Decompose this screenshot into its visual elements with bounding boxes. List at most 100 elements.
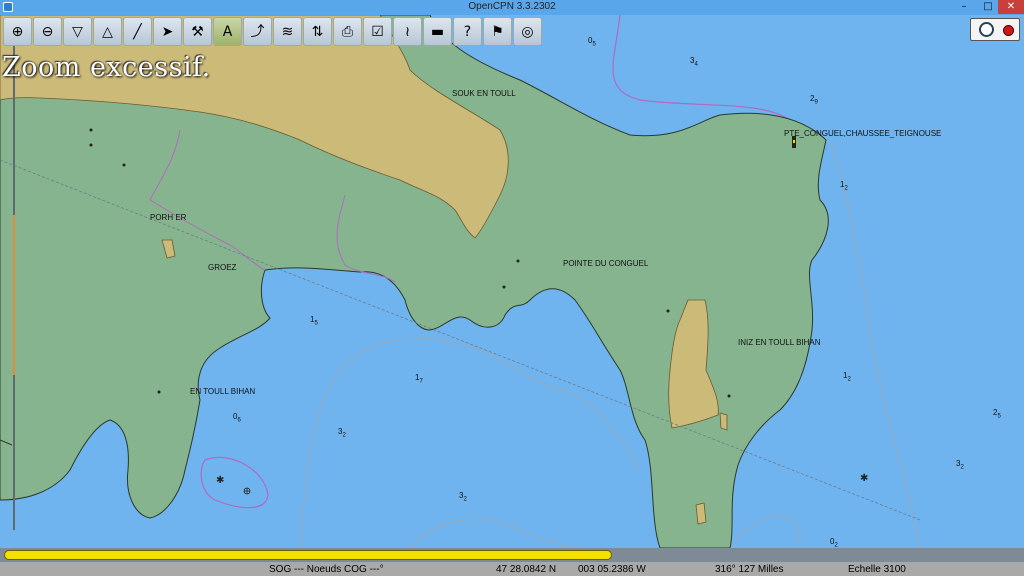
close-button[interactable]: ✕: [998, 0, 1024, 14]
auto-follow-button[interactable]: ➤: [153, 17, 182, 46]
scale-in-icon: ▽: [72, 24, 83, 40]
full-screen-icon: ⇅: [311, 24, 324, 40]
text-button[interactable]: A: [213, 17, 242, 46]
route-icon: ╱: [133, 24, 142, 40]
status-scale: Echelle 3100: [848, 564, 906, 575]
sounding-decimetres: 6: [237, 417, 241, 424]
depth-sounding: 32: [338, 427, 346, 439]
auto-follow-icon: ➤: [161, 24, 174, 40]
spot-marker: [502, 285, 506, 289]
place-pointe-du-conguel: POINTE DU CONGUEL: [563, 259, 649, 268]
help-icon: ?: [463, 24, 472, 40]
place-souk-en-toull: SOUK EN TOULL: [452, 89, 516, 98]
depth-sounding: 05: [588, 36, 596, 48]
current-button[interactable]: ⤴: [243, 17, 272, 46]
depth-sounding: 12: [843, 371, 851, 383]
track-icon: ≀: [404, 24, 411, 40]
route-button[interactable]: ╱: [123, 17, 152, 46]
depth-sounding: 17: [415, 373, 423, 385]
chart-piano-bar[interactable]: [0, 548, 1024, 562]
compass-widget[interactable]: [970, 18, 1020, 41]
status-bar: SOG --- Noeuds COG ---° 47 28.0842 N 003…: [0, 562, 1024, 576]
status-sog-cog: SOG --- Noeuds COG ---°: [269, 564, 384, 575]
scale-out-button[interactable]: △: [93, 17, 122, 46]
zoom-in-icon: ⊕: [11, 24, 24, 40]
place-en-toull-bihan: EN TOULL BIHAN: [190, 387, 256, 396]
zoom-out-button[interactable]: ⊖: [33, 17, 62, 46]
sounding-decimetres: 5: [997, 413, 1001, 420]
tide-button[interactable]: ≋: [273, 17, 302, 46]
route-manager-button[interactable]: ☑: [363, 17, 392, 46]
scale-in-button[interactable]: ▽: [63, 17, 92, 46]
place-pte-conguel: PTE_CONGUEL,CHAUSSEE_TEIGNOUSE: [784, 129, 942, 138]
print-button[interactable]: ⎙: [333, 17, 362, 46]
depth-sounding: 15: [310, 315, 318, 327]
chart-canvas[interactable]: ✱ ✱ SOUK EN TOULL PTE_CONGUEL,CHAUSSEE_T…: [0, 15, 1024, 549]
sounding-decimetres: 4: [694, 61, 698, 68]
depth-sounding: 34: [690, 56, 698, 68]
depth-sounding: 32: [459, 491, 467, 503]
depth-sounding: 12: [840, 180, 848, 192]
sand-area: [719, 412, 728, 431]
sounding-decimetres: 2: [342, 432, 346, 439]
beacon-icon-band: [793, 140, 795, 143]
minimize-button[interactable]: –: [952, 0, 976, 14]
status-bearing-range: 316° 127 Milles: [715, 564, 784, 575]
gps-status-icon[interactable]: [1003, 25, 1014, 36]
mob-button[interactable]: ⚑: [483, 17, 512, 46]
sounding-decimetres: 2: [463, 496, 467, 503]
mob-icon: ⚑: [491, 24, 504, 40]
spot-marker: [89, 128, 93, 132]
text-icon: A: [222, 24, 233, 40]
spot-marker: [516, 259, 520, 263]
zoom-warning: Zoom excessif.: [2, 52, 211, 83]
sounding-decimetres: 2: [847, 376, 851, 383]
spot-marker: [157, 390, 161, 394]
track-button[interactable]: ≀: [393, 17, 422, 46]
sounding-decimetres: 2: [844, 185, 848, 192]
depth-sounding: 25: [993, 408, 1001, 420]
title-bar: OpenCPN 3.3.2302 – □ ✕: [0, 0, 1024, 15]
north-up-icon[interactable]: [979, 22, 994, 37]
zoom-in-button[interactable]: ⊕: [3, 17, 32, 46]
zoom-out-icon: ⊖: [41, 24, 54, 40]
main-toolbar: ⊕ ⊖ ▽ △ ╱ ➤ ⚒ A ⤴ ≋ ⇅ ⎙ ☑ ≀ ▬? ⚑ ◎: [3, 17, 542, 46]
depth-sounding: 32: [956, 459, 964, 471]
options-button[interactable]: ⚒: [183, 17, 212, 46]
rock-icon: ✱: [216, 475, 224, 486]
sounding-decimetres: 2: [960, 464, 964, 471]
depth-sounding: 29: [810, 94, 818, 106]
depth-sounding: 02: [830, 537, 838, 549]
color-scheme-button[interactable]: ▬: [423, 17, 452, 46]
window-title: OpenCPN 3.3.2302: [468, 1, 556, 12]
piano-key-active-chart[interactable]: [4, 550, 612, 560]
opencpn-window: OpenCPN 3.3.2302 – □ ✕ ✱ ✱ SOUK EN TOULL…: [0, 0, 1024, 576]
place-groez: GROEZ: [208, 263, 237, 272]
spot-marker: [666, 309, 670, 313]
full-screen-button[interactable]: ⇅: [303, 17, 332, 46]
status-latitude: 47 28.0842 N: [496, 564, 557, 575]
rock-icon: ✱: [860, 473, 868, 484]
current-icon: ⤴: [250, 24, 265, 40]
scale-out-icon: △: [102, 24, 113, 40]
sounding-decimetres: 7: [419, 378, 423, 385]
route-manager-icon: ☑: [371, 24, 384, 40]
sand-area: [695, 502, 707, 525]
place-iniz-en-toull-bihan: INIZ EN TOULL BIHAN: [738, 338, 821, 347]
status-longitude: 003 05.2386 W: [578, 564, 646, 575]
tide-icon: ≋: [281, 24, 294, 40]
print-icon: ⎙: [341, 24, 354, 40]
lifebuoy-button[interactable]: ◎: [513, 17, 542, 46]
spot-marker: [727, 394, 731, 398]
sounding-decimetres: 5: [592, 41, 596, 48]
depth-sounding: 06: [233, 412, 241, 424]
sounding-decimetres: 9: [814, 99, 818, 106]
sounding-decimetres: 5: [314, 320, 318, 327]
spot-marker: [122, 163, 126, 167]
spot-marker: [89, 143, 93, 147]
lifebuoy-icon: ◎: [521, 24, 534, 40]
help-button[interactable]: ?: [453, 17, 482, 46]
options-icon: ⚒: [191, 24, 204, 40]
color-scheme-icon: ▬: [430, 24, 445, 40]
maximize-button[interactable]: □: [976, 0, 1000, 14]
